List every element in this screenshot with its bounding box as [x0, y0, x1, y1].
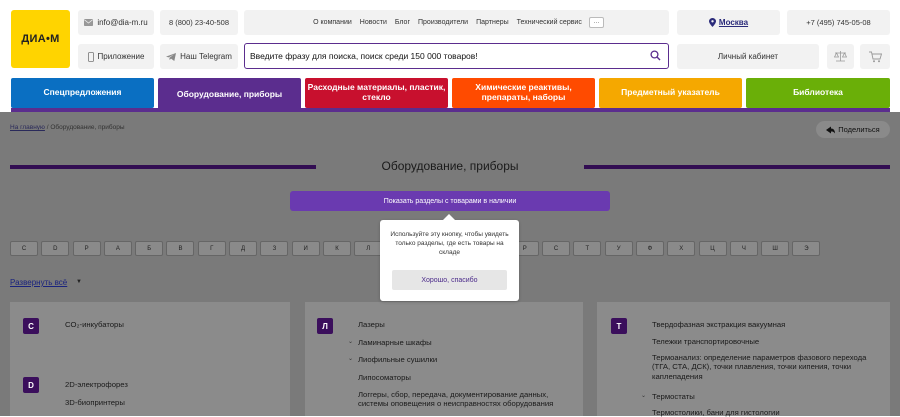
phone-free-text: 8 (800) 23-40-508	[168, 18, 230, 27]
share-icon	[826, 126, 836, 133]
letter-button[interactable]: К	[322, 241, 351, 256]
letter-badge: Т	[611, 318, 627, 334]
phone-city-text: +7 (495) 745-05-08	[806, 18, 871, 27]
letter-button[interactable]: Э	[792, 241, 821, 256]
share-text: Поделиться	[838, 125, 880, 134]
letter-badge: C	[23, 318, 39, 334]
telegram-text: Наш Telegram	[180, 52, 232, 61]
phone-city[interactable]: +7 (495) 745-05-08	[787, 10, 890, 35]
city-text: Москва	[718, 18, 749, 27]
letter-button[interactable]: Д	[229, 241, 258, 256]
tooltip-arrow	[443, 214, 455, 220]
tooltip-text: Используйте эту кнопку, чтобы увидеть то…	[390, 231, 509, 256]
letter-button[interactable]: Ф	[635, 241, 664, 256]
chevron-down-icon[interactable]: ⌄	[641, 392, 646, 399]
column-3: Т Твердофазная экстракция вакуумная Теле…	[597, 302, 890, 417]
letter-button[interactable]: D	[41, 241, 70, 256]
list-item[interactable]: 2D-электрофорез	[65, 380, 128, 389]
location-icon	[708, 18, 716, 27]
breadcrumb: На главную / Оборудование, приборы	[10, 124, 125, 131]
stock-tooltip: Используйте эту кнопку, чтобы увидеть то…	[380, 214, 519, 301]
app-text: Приложение	[97, 52, 145, 61]
compare-icon	[834, 51, 847, 62]
breadcrumb-current: Оборудование, приборы	[50, 124, 125, 131]
letter-button[interactable]: Б	[135, 241, 164, 256]
letter-button[interactable]: В	[166, 241, 195, 256]
telegram-icon	[166, 52, 177, 61]
phone-free[interactable]: 8 (800) 23-40-508	[160, 10, 238, 35]
column-1: C CO₂-инкубаторы D 2D-электрофорез 3D-би…	[10, 302, 290, 416]
cabinet-text: Личный кабинет	[717, 52, 779, 61]
list-item[interactable]: Лазеры	[358, 320, 385, 329]
list-item[interactable]: Логгеры, сбор, передача, документировани…	[358, 390, 563, 409]
letter-badge: Л	[317, 318, 333, 334]
title-line-left	[10, 165, 316, 169]
letter-button[interactable]: С	[10, 241, 38, 256]
letter-button[interactable]: З	[260, 241, 289, 256]
share-button[interactable]: Поделиться	[816, 121, 890, 138]
list-item[interactable]: Термостаты	[652, 392, 695, 401]
letter-button[interactable]: Г	[197, 241, 226, 256]
cabinet-button[interactable]: Личный кабинет	[677, 44, 819, 69]
cat-equipment[interactable]: Оборудование, приборы	[158, 78, 301, 112]
cat-consumables[interactable]: Расходные материалы, пластик, стекло	[305, 78, 448, 108]
list-item[interactable]: Термоанализ: определение параметров фазо…	[652, 353, 878, 381]
letter-button[interactable]: С	[542, 241, 571, 256]
list-item[interactable]: 3D-биопринтеры	[65, 398, 125, 407]
list-item[interactable]: Ламинарные шкафы	[358, 338, 432, 347]
letter-button[interactable]: Л	[354, 241, 383, 256]
compare-button[interactable]	[827, 44, 854, 69]
letter-button[interactable]: Х	[667, 241, 696, 256]
letter-button[interactable]: Р	[72, 241, 101, 256]
logo[interactable]: ДИА•М	[11, 10, 70, 68]
list-item[interactable]: Лиофильные сушилки	[358, 355, 437, 364]
expand-all-link[interactable]: Развернуть всё	[10, 278, 67, 287]
nav-partners[interactable]: Партнеры	[476, 19, 509, 26]
mail-icon	[84, 19, 94, 26]
top-nav: О компании Новости Блог Производители Па…	[244, 10, 669, 35]
telegram-link[interactable]: Наш Telegram	[160, 44, 238, 69]
show-in-stock-button[interactable]: Показать разделы с товарами в наличии	[290, 191, 610, 211]
chevron-down-icon[interactable]: ⌄	[348, 355, 353, 362]
cat-index[interactable]: Предметный указатель	[599, 78, 742, 108]
nav-more-button[interactable]: ···	[588, 17, 604, 28]
list-item[interactable]: Тележки транспортировочные	[652, 337, 759, 346]
cart-icon	[868, 51, 882, 62]
letter-button[interactable]: А	[103, 241, 132, 256]
nav-about[interactable]: О компании	[313, 19, 352, 26]
chevron-down-icon[interactable]: ⌄	[348, 338, 353, 345]
phone-app-icon	[87, 51, 94, 62]
email-text: info@dia-m.ru	[97, 18, 148, 27]
email-link[interactable]: info@dia-m.ru	[78, 10, 154, 35]
cat-reagents[interactable]: Химические реактивы, препараты, наборы	[452, 78, 595, 108]
column-2: Л Лазеры ⌄ Ламинарные шкафы ⌄ Лиофильные…	[305, 302, 583, 416]
cat-specials[interactable]: Спецпредложения	[11, 78, 154, 108]
page-title: Оборудование, приборы	[381, 159, 519, 173]
search-input[interactable]: Введите фразу для поиска, поиск среди 15…	[244, 43, 669, 69]
letter-button[interactable]: У	[604, 241, 633, 256]
chevron-down-icon: ▼	[76, 279, 82, 285]
list-item[interactable]: Твердофазная экстракция вакуумная	[652, 320, 785, 329]
breadcrumb-home[interactable]: На главную	[10, 124, 45, 131]
search-text: Введите фразу для поиска, поиск среди 15…	[250, 51, 478, 61]
nav-service[interactable]: Технический сервис	[517, 19, 582, 26]
letter-button[interactable]: Ц	[698, 241, 727, 256]
cat-library[interactable]: Библиотека	[746, 78, 890, 108]
app-link[interactable]: Приложение	[78, 44, 154, 69]
nav-manufacturers[interactable]: Производители	[418, 19, 468, 26]
tooltip-ok-button[interactable]: Хорошо, спасибо	[392, 270, 507, 290]
city-selector[interactable]: Москва	[677, 10, 780, 35]
letter-button[interactable]: Т	[573, 241, 602, 256]
list-item[interactable]: Липосоматоры	[358, 373, 411, 382]
letter-badge: D	[23, 377, 39, 393]
letter-button[interactable]: Ч	[729, 241, 758, 256]
letter-button[interactable]: Ш	[761, 241, 790, 256]
title-line-right	[584, 165, 890, 169]
letter-button[interactable]: И	[291, 241, 320, 256]
nav-news[interactable]: Новости	[360, 19, 387, 26]
cart-button[interactable]	[860, 44, 890, 69]
nav-blog[interactable]: Блог	[395, 19, 410, 26]
search-icon[interactable]	[650, 50, 661, 61]
list-item[interactable]: CO₂-инкубаторы	[65, 320, 124, 329]
